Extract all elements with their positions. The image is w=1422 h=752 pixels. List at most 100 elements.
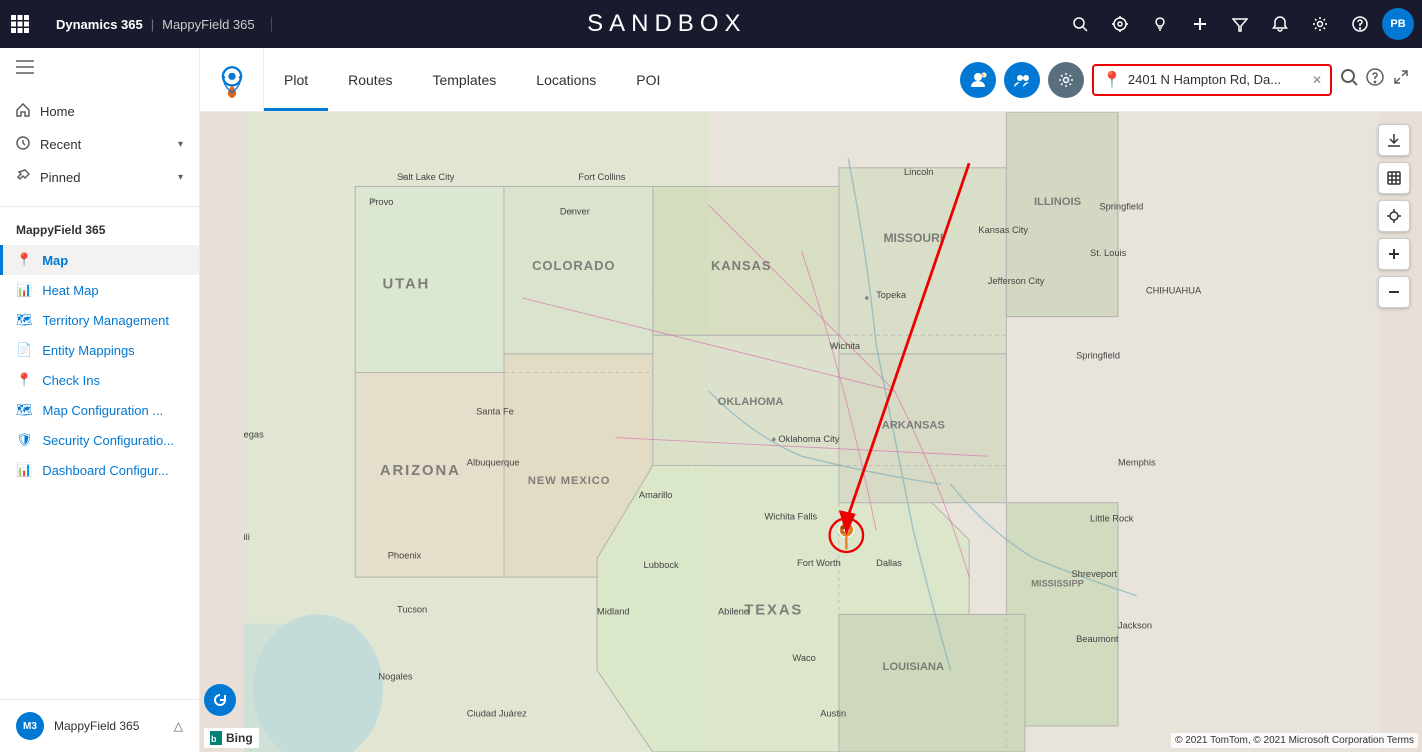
sidebar-top-links: Home Recent ▾ Pinned ▾ [0,91,199,198]
svg-text:OKLAHOMA: OKLAHOMA [718,396,784,408]
location-search-input[interactable] [1128,72,1312,87]
entity-mappings-nav-icon: 📄 [16,342,32,358]
security-configuration-label: Security Configuratio... [43,433,175,448]
svg-text:Dallas: Dallas [876,558,902,568]
sidebar-item-entity-mappings[interactable]: 📄 Entity Mappings [0,335,199,365]
search-icon[interactable] [1062,6,1098,42]
svg-text:Santa Fe: Santa Fe [476,406,514,416]
zoom-out-btn[interactable] [1378,276,1410,308]
location-pin-icon: 📍 [1102,70,1122,90]
download-btn[interactable] [1378,124,1410,156]
svg-text:TEXAS: TEXAS [744,602,803,618]
svg-text:NEW MEXICO: NEW MEXICO [528,475,610,487]
mf-nav-plot[interactable]: Plot [264,48,328,111]
search-clear-icon[interactable]: ✕ [1312,73,1322,87]
target-icon[interactable] [1102,6,1138,42]
filter-icon[interactable] [1222,6,1258,42]
svg-text:ARIZONA: ARIZONA [380,463,461,479]
svg-text:📍: 📍 [981,74,985,78]
sidebar-item-map[interactable]: 📍Map [0,245,199,275]
sidebar-bottom-label: MappyField 365 [54,719,139,733]
mf-nav-poi[interactable]: POI [616,48,680,111]
plus-icon[interactable] [1182,6,1218,42]
sidebar-hamburger-icon[interactable] [0,48,199,91]
svg-text:Wichita Falls: Wichita Falls [764,511,817,521]
svg-text:Memphis: Memphis [1118,457,1156,467]
lightbulb-icon[interactable] [1142,6,1178,42]
svg-text:ARKANSAS: ARKANSAS [882,419,945,431]
map-area[interactable]: UTAH COLORADO ARIZONA NEW MEXICO KANSAS … [200,112,1422,752]
map-controls [1378,124,1410,308]
svg-text:Denver: Denver [560,206,590,216]
mf-gear-btn[interactable] [1048,62,1084,98]
layers-btn[interactable] [1378,162,1410,194]
zoom-in-btn[interactable] [1378,238,1410,270]
sidebar-item-security-configuration[interactable]: 🛡 Security Configuratio... [0,425,199,455]
svg-text:KANSAS: KANSAS [711,258,772,273]
svg-text:LOUISIANA: LOUISIANA [883,661,944,673]
map-background: UTAH COLORADO ARIZONA NEW MEXICO KANSAS … [200,112,1422,752]
svg-text:Little Rock: Little Rock [1090,513,1134,523]
home-label: Home [40,104,75,119]
svg-text:COLORADO: COLORADO [532,258,615,273]
home-icon [16,103,30,120]
sidebar-item-pinned[interactable]: Pinned ▾ [0,161,199,194]
mf-expand-icon[interactable] [1392,68,1410,91]
sidebar-bottom-chevron: △ [174,719,183,733]
mf-right-controls: 📍 📍 ✕ [960,62,1422,98]
bell-icon[interactable] [1262,6,1298,42]
sidebar-item-recent[interactable]: Recent ▾ [0,128,199,161]
svg-text:Tucson: Tucson [397,604,427,614]
refresh-btn[interactable] [204,684,236,716]
location-search-box[interactable]: 📍 ✕ [1092,64,1332,96]
dynamics365-label: Dynamics 365 [56,17,143,32]
svg-text:MISSISSIPP: MISSISSIPP [1031,578,1084,588]
mf-search-icon[interactable] [1340,68,1358,91]
sidebar-item-map-configuration[interactable]: 🗺 Map Configuration ... [0,395,199,425]
help-icon[interactable] [1342,6,1378,42]
recent-label: Recent [40,137,81,152]
svg-text:b: b [211,734,217,744]
locate-btn[interactable] [1378,200,1410,232]
mf-nav-locations[interactable]: Locations [516,48,616,111]
svg-text:Fort Collins: Fort Collins [578,172,625,182]
app-brand: Dynamics 365 | MappyField 365 [40,17,272,32]
sidebar-item-check-ins[interactable]: 📍Check Ins [0,365,199,395]
mf-help-icon[interactable] [1366,68,1384,91]
mf-nav: PlotRoutesTemplatesLocationsPOI [264,48,680,111]
svg-text:Jackson: Jackson [1118,620,1152,630]
mf-user-pin-btn[interactable]: 📍 [960,62,996,98]
sidebar-item-territory-management[interactable]: 🗺Territory Management [0,305,199,335]
territory-management-label: Territory Management [43,313,169,328]
svg-text:Albuquerque: Albuquerque [467,457,520,467]
sidebar-item-heat-map[interactable]: 📊Heat Map [0,275,199,305]
svg-text:Kansas City: Kansas City [978,225,1028,235]
security-configuration-nav-icon: 🛡 [16,432,33,448]
map-attribution: © 2021 TomTom, © 2021 Microsoft Corporat… [1171,733,1418,748]
check-ins-nav-icon: 📍 [16,372,32,388]
mf-nav-templates[interactable]: Templates [412,48,516,111]
settings-icon[interactable] [1302,6,1338,42]
svg-text:Jefferson City: Jefferson City [988,276,1045,286]
svg-text:Oklahoma City: Oklahoma City [778,434,839,444]
svg-text:CHIHUAHUA: CHIHUAHUA [1146,285,1202,295]
map-configuration-label: Map Configuration ... [43,403,164,418]
recent-icon [16,136,30,153]
sidebar-item-dashboard-configuration[interactable]: 📊Dashboard Configur... [0,455,199,485]
grid-menu-icon[interactable] [0,0,40,48]
sidebar-section-title: MappyField 365 [0,215,199,245]
mf-group-btn[interactable] [1004,62,1040,98]
dashboard-configuration-nav-icon: 📊 [16,462,32,478]
svg-text:Springfield: Springfield [1099,202,1143,212]
sidebar-item-home[interactable]: Home [0,95,199,128]
svg-text:ili: ili [244,532,250,542]
svg-text:Lincoln: Lincoln [904,167,933,177]
svg-text:ILLINOIS: ILLINOIS [1034,196,1081,208]
svg-text:Topeka: Topeka [876,290,907,300]
svg-text:Provo: Provo [369,197,393,207]
mf-nav-routes[interactable]: Routes [328,48,412,111]
map-configuration-nav-icon: 🗺 [16,402,33,418]
entity-mappings-label: Entity Mappings [42,343,135,358]
user-avatar[interactable]: PB [1382,8,1414,40]
map-nav-icon: 📍 [16,252,32,268]
